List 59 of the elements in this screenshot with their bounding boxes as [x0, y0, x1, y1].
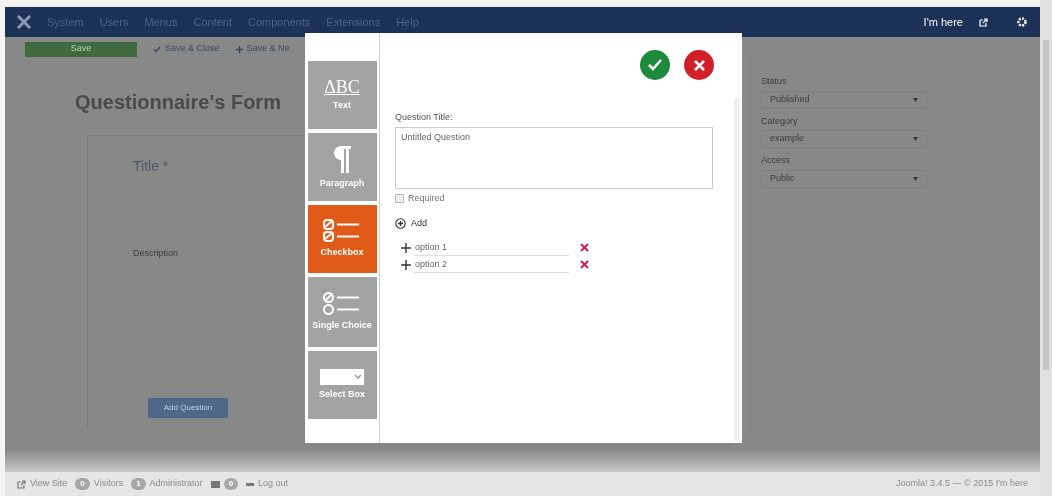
field-label: Status: [761, 75, 788, 88]
toolbar-button[interactable]: Save & Ne: [235, 42, 290, 56]
move-icon[interactable]: [401, 259, 411, 270]
checklist-icon: [322, 218, 362, 243]
abc-icon: ΔBC: [324, 77, 360, 96]
dropdown-icon: [320, 368, 364, 385]
field-type-tile[interactable]: ΔBC Text: [307, 61, 377, 129]
question-title-field[interactable]: Untitled Question: [395, 126, 713, 189]
option-field[interactable]: option 1: [414, 239, 569, 256]
confirm-button[interactable]: [640, 50, 670, 80]
select-field[interactable]: Public: [761, 169, 927, 188]
field-type-tile[interactable]: Single Choice: [307, 277, 377, 347]
field-type-tile[interactable]: Paragraph: [307, 133, 377, 201]
close-button[interactable]: [684, 50, 714, 80]
caret-icon: [913, 97, 918, 102]
field-label: Title *: [133, 157, 170, 176]
option-field[interactable]: option 2: [414, 256, 569, 273]
status-label[interactable]: Administrator: [149, 477, 203, 491]
delete-icon[interactable]: [580, 260, 589, 269]
field-type-tile[interactable]: Checkbox: [307, 205, 377, 273]
external-link-icon: [979, 17, 988, 27]
field-label: Access: [761, 154, 791, 167]
status-label[interactable]: Visitors: [93, 477, 124, 491]
minus-icon: [246, 482, 255, 486]
caret-icon: [913, 176, 918, 181]
plus-icon: [235, 45, 243, 53]
select-field[interactable]: Published: [761, 90, 927, 109]
field-type-tile[interactable]: Select Box: [307, 351, 377, 419]
page-title: Questionnaire's Form: [75, 90, 282, 115]
close-icon: [693, 59, 705, 71]
delete-icon[interactable]: [580, 243, 589, 252]
required-checkbox[interactable]: [395, 193, 404, 203]
field-label: Question Title:: [395, 111, 454, 124]
pilcrow-icon: [331, 143, 353, 174]
settings-icon[interactable]: [1016, 16, 1028, 28]
caret-icon: [913, 137, 918, 141]
count-badge: 0: [75, 478, 90, 490]
status-link[interactable]: View Site: [30, 477, 68, 491]
external-link-icon: [17, 479, 26, 489]
radio-list-icon: [322, 291, 362, 316]
count-badge: 0: [223, 478, 239, 490]
field-label: Category: [761, 114, 799, 128]
user-link[interactable]: I'm here: [923, 13, 963, 31]
logo-icon: [17, 15, 31, 29]
status-link[interactable]: Log out: [258, 477, 289, 491]
add-option-button[interactable]: Add: [395, 217, 427, 231]
plus-circle-icon: [395, 218, 406, 230]
count-badge: 1: [131, 478, 146, 490]
move-icon[interactable]: [401, 242, 411, 253]
toolbar-button[interactable]: Save & Close: [153, 42, 220, 56]
add-question-button[interactable]: Add Question: [148, 398, 228, 418]
field-label: Description: [133, 247, 180, 260]
check-icon: [648, 59, 662, 71]
select-field[interactable]: example: [761, 130, 927, 148]
check-icon: [153, 45, 161, 53]
mail-icon: [210, 480, 220, 488]
version-text: Joomla! 3.4.5 — © 2015 I'm here: [896, 477, 1028, 491]
save-button[interactable]: Save: [25, 41, 137, 57]
checkbox-label: Required: [408, 191, 445, 205]
